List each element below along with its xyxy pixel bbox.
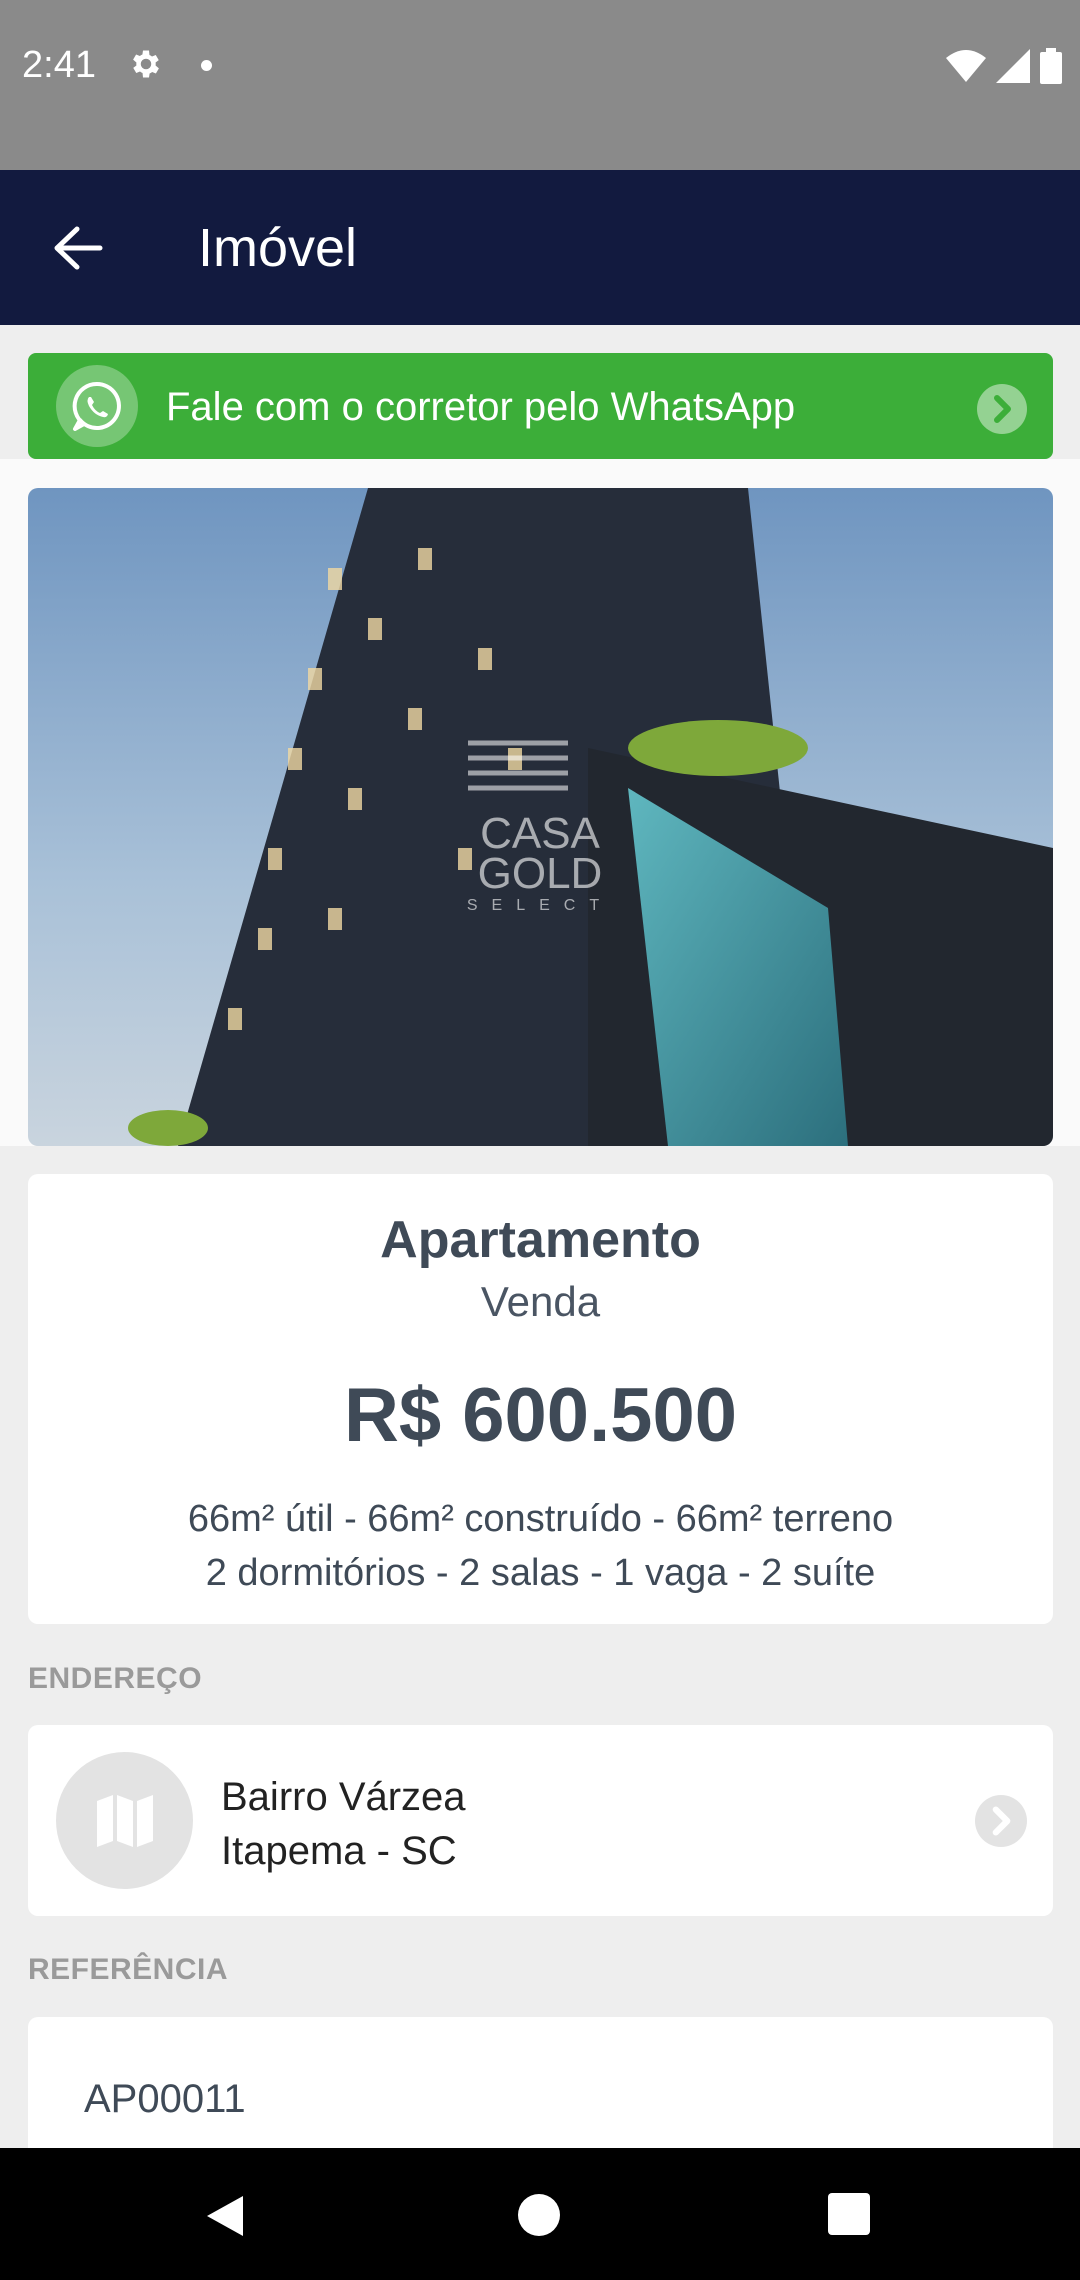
address-neighborhood: Bairro Várzea	[221, 1775, 466, 1819]
chevron-right-icon	[977, 384, 1027, 434]
arrow-left-icon	[54, 226, 103, 270]
address-city: Itapema - SC	[221, 1829, 457, 1873]
address-section-label: ENDEREÇO	[28, 1662, 203, 1695]
cell-signal-icon	[996, 49, 1030, 83]
whatsapp-contact-button[interactable]: Fale com o corretor pelo WhatsApp	[28, 353, 1053, 459]
chevron-right-icon	[975, 1795, 1027, 1847]
property-summary-card: Apartamento Venda R$ 600.500 66m² útil -…	[28, 1174, 1053, 1624]
map-icon	[56, 1752, 193, 1889]
property-photo[interactable]: CASA GOLD SELECT	[28, 488, 1053, 1146]
property-rooms: 2 dormitórios - 2 salas - 1 vaga - 2 suí…	[205, 1552, 876, 1594]
settings-gear-icon	[133, 50, 159, 78]
property-deal: Venda	[480, 1278, 601, 1325]
status-time: 2:41	[22, 44, 96, 86]
address-card[interactable]: Bairro Várzea Itapema - SC	[28, 1725, 1053, 1916]
watermark-line3: SELECT	[467, 897, 613, 914]
system-nav-bar	[0, 2148, 1080, 2280]
watermark-line2: GOLD	[478, 849, 603, 898]
whatsapp-label: Fale com o corretor pelo WhatsApp	[166, 385, 796, 429]
back-button[interactable]	[40, 210, 116, 286]
property-price: R$ 600.500	[344, 1373, 737, 1458]
app-bar: Imóvel	[0, 170, 1080, 325]
property-type: Apartamento	[380, 1211, 701, 1269]
reference-code: AP00011	[84, 2077, 246, 2121]
nav-recents-icon[interactable]	[828, 2193, 870, 2235]
nav-home-icon[interactable]	[518, 2194, 560, 2236]
wifi-icon	[946, 50, 986, 82]
nav-back-icon[interactable]	[205, 2194, 245, 2238]
whatsapp-icon	[56, 365, 138, 447]
page-title: Imóvel	[198, 218, 358, 278]
property-areas: 66m² útil - 66m² construído - 66m² terre…	[187, 1498, 894, 1540]
notification-dot-icon	[201, 60, 212, 71]
status-bar: 2:41	[0, 0, 1080, 170]
status-indicators	[946, 48, 1062, 84]
reference-section-label: REFERÊNCIA	[28, 1953, 229, 1986]
battery-icon	[1040, 48, 1062, 84]
